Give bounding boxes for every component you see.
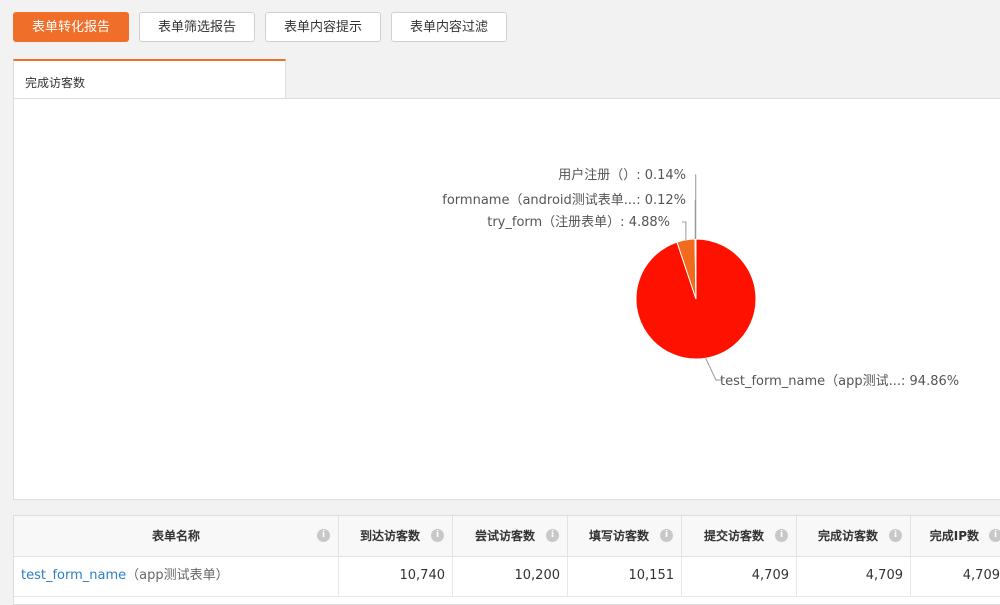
form-conversion-report-button[interactable]: 表单转化报告 bbox=[13, 12, 129, 42]
col-completed-visitors: 完成访客数 i bbox=[797, 516, 911, 556]
pie-chart: test_form_name（app测试...: 94.86% try_form（… bbox=[14, 99, 1000, 499]
pie-leader-line-1 bbox=[682, 222, 686, 240]
form-content-filter-button[interactable]: 表单内容过滤 bbox=[391, 12, 507, 42]
form-name-desc: （app测试表单） bbox=[126, 568, 228, 583]
col-completed-ip: 完成IP数 i bbox=[911, 516, 1000, 556]
table-header: 表单名称 i 到达访客数 i 尝试访客数 i 填写访客数 i 提交访客数 i 完… bbox=[14, 516, 1000, 557]
cell-form-name: test_form_name（app测试表单） bbox=[14, 556, 339, 596]
col-submitted-visitors: 提交访客数 i bbox=[682, 516, 797, 556]
pie-label-0: test_form_name（app测试...: 94.86% bbox=[720, 374, 959, 389]
cell-completed-visitors: 4,709 bbox=[797, 556, 911, 596]
form-content-hint-button[interactable]: 表单内容提示 bbox=[265, 12, 381, 42]
info-icon[interactable]: i bbox=[431, 529, 444, 542]
col-form-name: 表单名称 i bbox=[14, 516, 339, 556]
table-row: test_form_name（app测试表单） 10,740 10,200 10… bbox=[14, 556, 1000, 597]
tab-bar: 完成访客数 bbox=[13, 59, 1000, 99]
col-completed-ip-label: 完成IP数 bbox=[930, 516, 979, 556]
cell-filled-visitors: 10,151 bbox=[568, 556, 682, 596]
pie-label-3: 用户注册（）: 0.14% bbox=[558, 167, 686, 183]
col-filled-visitors-label: 填写访客数 bbox=[589, 516, 649, 556]
info-icon[interactable]: i bbox=[775, 529, 788, 542]
col-submitted-visitors-label: 提交访客数 bbox=[704, 516, 764, 556]
col-completed-visitors-label: 完成访客数 bbox=[818, 516, 878, 556]
cell-attempted-visitors: 10,200 bbox=[453, 556, 568, 596]
col-form-name-label: 表单名称 bbox=[152, 516, 200, 556]
form-filter-report-button[interactable]: 表单筛选报告 bbox=[139, 12, 255, 42]
col-arrived-visitors-label: 到达访客数 bbox=[360, 516, 420, 556]
pie-label-2: formname（android测试表单...: 0.12% bbox=[442, 193, 686, 208]
info-icon[interactable]: i bbox=[989, 529, 1000, 542]
col-attempted-visitors-label: 尝试访客数 bbox=[475, 516, 535, 556]
cell-completed-ip: 4,709 bbox=[911, 556, 1000, 596]
pie-label-1: try_form（注册表单）: 4.88% bbox=[487, 215, 670, 230]
cell-submitted-visitors: 4,709 bbox=[682, 556, 797, 596]
cell-arrived-visitors: 10,740 bbox=[339, 556, 453, 596]
pie-slice-3[interactable] bbox=[695, 239, 696, 299]
form-name-link[interactable]: test_form_name bbox=[21, 568, 126, 583]
tab-completed-visitors[interactable]: 完成访客数 bbox=[13, 59, 286, 99]
report-table: 表单名称 i 到达访客数 i 尝试访客数 i 填写访客数 i 提交访客数 i 完… bbox=[13, 515, 1000, 605]
info-icon[interactable]: i bbox=[317, 529, 330, 542]
info-icon[interactable]: i bbox=[546, 529, 559, 542]
info-icon[interactable]: i bbox=[889, 529, 902, 542]
chart-panel: test_form_name（app测试...: 94.86% try_form（… bbox=[13, 98, 1000, 500]
info-icon[interactable]: i bbox=[660, 529, 673, 542]
col-filled-visitors: 填写访客数 i bbox=[568, 516, 682, 556]
col-attempted-visitors: 尝试访客数 i bbox=[453, 516, 568, 556]
col-arrived-visitors: 到达访客数 i bbox=[339, 516, 453, 556]
